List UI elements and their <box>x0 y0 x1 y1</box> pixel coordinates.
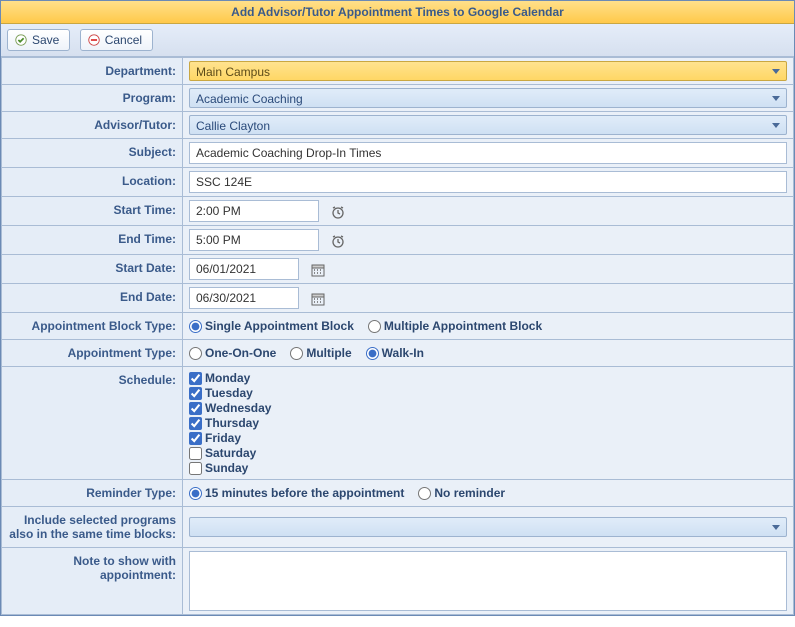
dialog-window: Add Advisor/Tutor Appointment Times to G… <box>0 0 795 616</box>
cancel-label: Cancel <box>105 33 142 47</box>
reminder-label: No reminder <box>434 486 505 500</box>
label-program: Program: <box>2 85 183 112</box>
schedule-day-label: Sunday <box>205 461 248 475</box>
appt-block-type-option[interactable]: Multiple Appointment Block <box>368 319 542 333</box>
cancel-icon <box>87 33 101 47</box>
end-date-input[interactable] <box>189 287 299 309</box>
cancel-button[interactable]: Cancel <box>80 29 153 51</box>
start-date-input[interactable] <box>189 258 299 280</box>
reminder-label: 15 minutes before the appointment <box>205 486 404 500</box>
end-time-input[interactable] <box>189 229 319 251</box>
schedule-day-label: Saturday <box>205 446 256 460</box>
appt-block-type-label: Multiple Appointment Block <box>384 319 542 333</box>
advisor-select[interactable]: Callie Clayton <box>189 115 787 135</box>
label-schedule: Schedule: <box>2 367 183 480</box>
appt-type-label: Multiple <box>306 346 351 360</box>
label-note: Note to show with appointment: <box>2 548 183 615</box>
schedule-group: MondayTuesdayWednesdayThursdayFridaySatu… <box>189 371 787 475</box>
label-start-time: Start Time: <box>2 197 183 226</box>
label-advisor: Advisor/Tutor: <box>2 112 183 139</box>
dialog-title: Add Advisor/Tutor Appointment Times to G… <box>1 1 794 24</box>
schedule-day[interactable]: Friday <box>189 431 787 445</box>
calendar-icon[interactable] <box>308 289 328 309</box>
schedule-day[interactable]: Thursday <box>189 416 787 430</box>
label-appt-block-type: Appointment Block Type: <box>2 313 183 340</box>
reminder-group: 15 minutes before the appointment No remi… <box>189 486 787 500</box>
label-subject: Subject: <box>2 139 183 168</box>
schedule-day-label: Thursday <box>205 416 259 430</box>
appt-type-group: One-On-One Multiple Walk-In <box>189 346 787 360</box>
clock-icon[interactable] <box>328 202 348 222</box>
check-icon <box>14 33 28 47</box>
schedule-day[interactable]: Saturday <box>189 446 787 460</box>
reminder-option[interactable]: No reminder <box>418 486 505 500</box>
appt-block-type-group: Single Appointment Block Multiple Appoint… <box>189 319 787 333</box>
label-department: Department: <box>2 58 183 85</box>
schedule-day[interactable]: Wednesday <box>189 401 787 415</box>
save-label: Save <box>32 33 59 47</box>
save-button[interactable]: Save <box>7 29 70 51</box>
appt-block-type-label: Single Appointment Block <box>205 319 354 333</box>
note-textarea[interactable] <box>189 551 787 611</box>
schedule-day-label: Wednesday <box>205 401 271 415</box>
schedule-day[interactable]: Tuesday <box>189 386 787 400</box>
form-table: Department: Main Campus Program: Academi… <box>1 57 794 615</box>
toolbar: Save Cancel <box>1 24 794 57</box>
label-end-time: End Time: <box>2 226 183 255</box>
program-select[interactable]: Academic Coaching <box>189 88 787 108</box>
schedule-day-label: Friday <box>205 431 241 445</box>
schedule-day[interactable]: Monday <box>189 371 787 385</box>
label-reminder: Reminder Type: <box>2 480 183 507</box>
appt-type-label: One-On-One <box>205 346 276 360</box>
appt-type-label: Walk-In <box>382 346 424 360</box>
label-include-programs: Include selected programs also in the sa… <box>2 507 183 548</box>
subject-input[interactable] <box>189 142 787 164</box>
appt-type-option[interactable]: One-On-One <box>189 346 276 360</box>
department-select[interactable]: Main Campus <box>189 61 787 81</box>
label-location: Location: <box>2 168 183 197</box>
reminder-option[interactable]: 15 minutes before the appointment <box>189 486 404 500</box>
clock-icon[interactable] <box>328 231 348 251</box>
calendar-icon[interactable] <box>308 260 328 280</box>
label-appt-type: Appointment Type: <box>2 340 183 367</box>
appt-type-option[interactable]: Multiple <box>290 346 351 360</box>
start-time-input[interactable] <box>189 200 319 222</box>
schedule-day-label: Tuesday <box>205 386 253 400</box>
include-programs-select[interactable] <box>189 517 787 537</box>
location-input[interactable] <box>189 171 787 193</box>
schedule-day[interactable]: Sunday <box>189 461 787 475</box>
label-end-date: End Date: <box>2 284 183 313</box>
appt-block-type-option[interactable]: Single Appointment Block <box>189 319 354 333</box>
label-start-date: Start Date: <box>2 255 183 284</box>
schedule-day-label: Monday <box>205 371 250 385</box>
appt-type-option[interactable]: Walk-In <box>366 346 424 360</box>
